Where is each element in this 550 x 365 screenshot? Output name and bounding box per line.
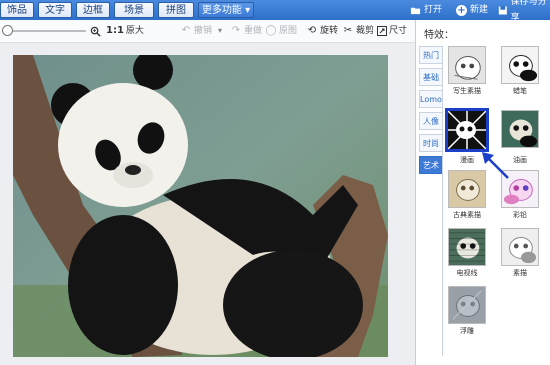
tab-accessories[interactable]: 饰品 [0, 2, 34, 18]
rotate-label: 旋转 [320, 26, 339, 36]
crop-label: 裁剪 [356, 26, 375, 36]
resize-label: 尺寸 [389, 26, 408, 36]
undo-dropdown-icon[interactable]: ▾ [218, 24, 222, 38]
tab-more-label: 更多功能 [201, 5, 242, 16]
zoom-slider[interactable] [8, 30, 86, 32]
actual-size-label: 原大 [125, 26, 144, 36]
effect-color-pencil-label: 彩铅 [513, 211, 527, 219]
new-button[interactable]: + 新建 [456, 2, 488, 18]
category-hot[interactable]: 热门 [419, 46, 442, 64]
open-folder-icon [410, 7, 421, 14]
effect-crayon-label: 蜡笔 [513, 87, 527, 95]
effect-emboss-thumb[interactable] [448, 286, 486, 324]
edit-toolbar: 1:1 原大 ↶ 撤销 ▾ ↷ 重做 ◯ 原图 ⟲ 旋转 ✂ 裁剪 尺寸 [0, 20, 415, 43]
panda-photo[interactable] [13, 55, 388, 357]
crop-icon: ✂ [343, 25, 353, 36]
new-label: 新建 [470, 5, 489, 15]
resize-button[interactable]: 尺寸 [377, 24, 407, 38]
zoom-in-button[interactable] [90, 24, 101, 38]
reset-original-button[interactable]: ◯ 原图 [265, 24, 297, 38]
open-button[interactable]: 打开 [410, 2, 442, 18]
tab-collage[interactable]: 拼图 [158, 2, 194, 18]
category-fashion[interactable]: 时尚 [419, 134, 442, 152]
redo-button[interactable]: ↷ 重做 [230, 24, 262, 38]
new-plus-icon: + [456, 4, 467, 16]
tab-scene[interactable]: 场景 [114, 2, 154, 18]
top-menu-bar: 饰品 文字 边框 场景 拼图 更多功能 ▾ 打开 + 新建 保存与分享 [0, 0, 550, 23]
effect-emboss-label: 浮雕 [460, 327, 474, 335]
tab-more-features[interactable]: 更多功能 ▾ [198, 2, 254, 18]
reset-icon: ◯ [265, 25, 277, 36]
crop-button[interactable]: ✂ 裁剪 [342, 24, 374, 38]
effect-sketch-thumb[interactable] [448, 46, 486, 84]
category-art[interactable]: 艺术 [419, 156, 442, 174]
undo-button[interactable]: ↶ 撤销 ▾ [180, 24, 222, 38]
zoom-in-icon [90, 26, 101, 37]
effect-sketch-bw-thumb[interactable] [501, 228, 539, 266]
rotate-button[interactable]: ⟲ 旋转 [306, 24, 338, 38]
redo-label: 重做 [244, 26, 263, 36]
reset-label: 原图 [279, 26, 298, 36]
effect-oil-painting-thumb[interactable] [501, 110, 539, 148]
effect-comic-thumb[interactable] [445, 108, 489, 152]
resize-icon [377, 26, 387, 36]
tab-border[interactable]: 边框 [76, 2, 110, 18]
effect-sketch-label: 写生素描 [453, 87, 481, 95]
effect-classic-sketch-label: 古典素描 [453, 211, 481, 219]
effect-crayon-thumb[interactable] [501, 46, 539, 84]
open-label: 打开 [424, 5, 443, 15]
rotate-icon: ⟲ [307, 25, 317, 36]
chevron-down-icon: ▾ [245, 5, 251, 16]
zoom-slider-handle[interactable] [2, 25, 13, 36]
redo-icon: ↷ [231, 25, 241, 36]
zoom-ratio: 1:1 [106, 25, 124, 36]
undo-label: 撤销 [194, 26, 213, 36]
category-portrait[interactable]: 人像 [419, 112, 442, 130]
tab-text[interactable]: 文字 [38, 2, 72, 18]
category-basic[interactable]: 基础 [419, 68, 442, 86]
actual-size-button[interactable]: 1:1 原大 [106, 24, 144, 38]
save-share-button[interactable]: 保存与分享 [498, 0, 550, 23]
effect-tv-lines-thumb[interactable] [448, 228, 486, 266]
save-icon [498, 5, 507, 15]
effect-sketch-bw-label: 素描 [513, 269, 527, 277]
effect-tv-lines-label: 电视线 [456, 269, 478, 277]
pointer-arrow-icon [482, 152, 509, 179]
effects-title: 特效： [424, 30, 454, 41]
category-lomo[interactable]: Lomo [419, 90, 442, 108]
undo-icon: ↶ [181, 25, 191, 36]
effects-panel: 特效： 热门 基础 Lomo 人像 时尚 艺术 写生素描 蜡笔 漫画 油画 古典… [415, 20, 550, 365]
